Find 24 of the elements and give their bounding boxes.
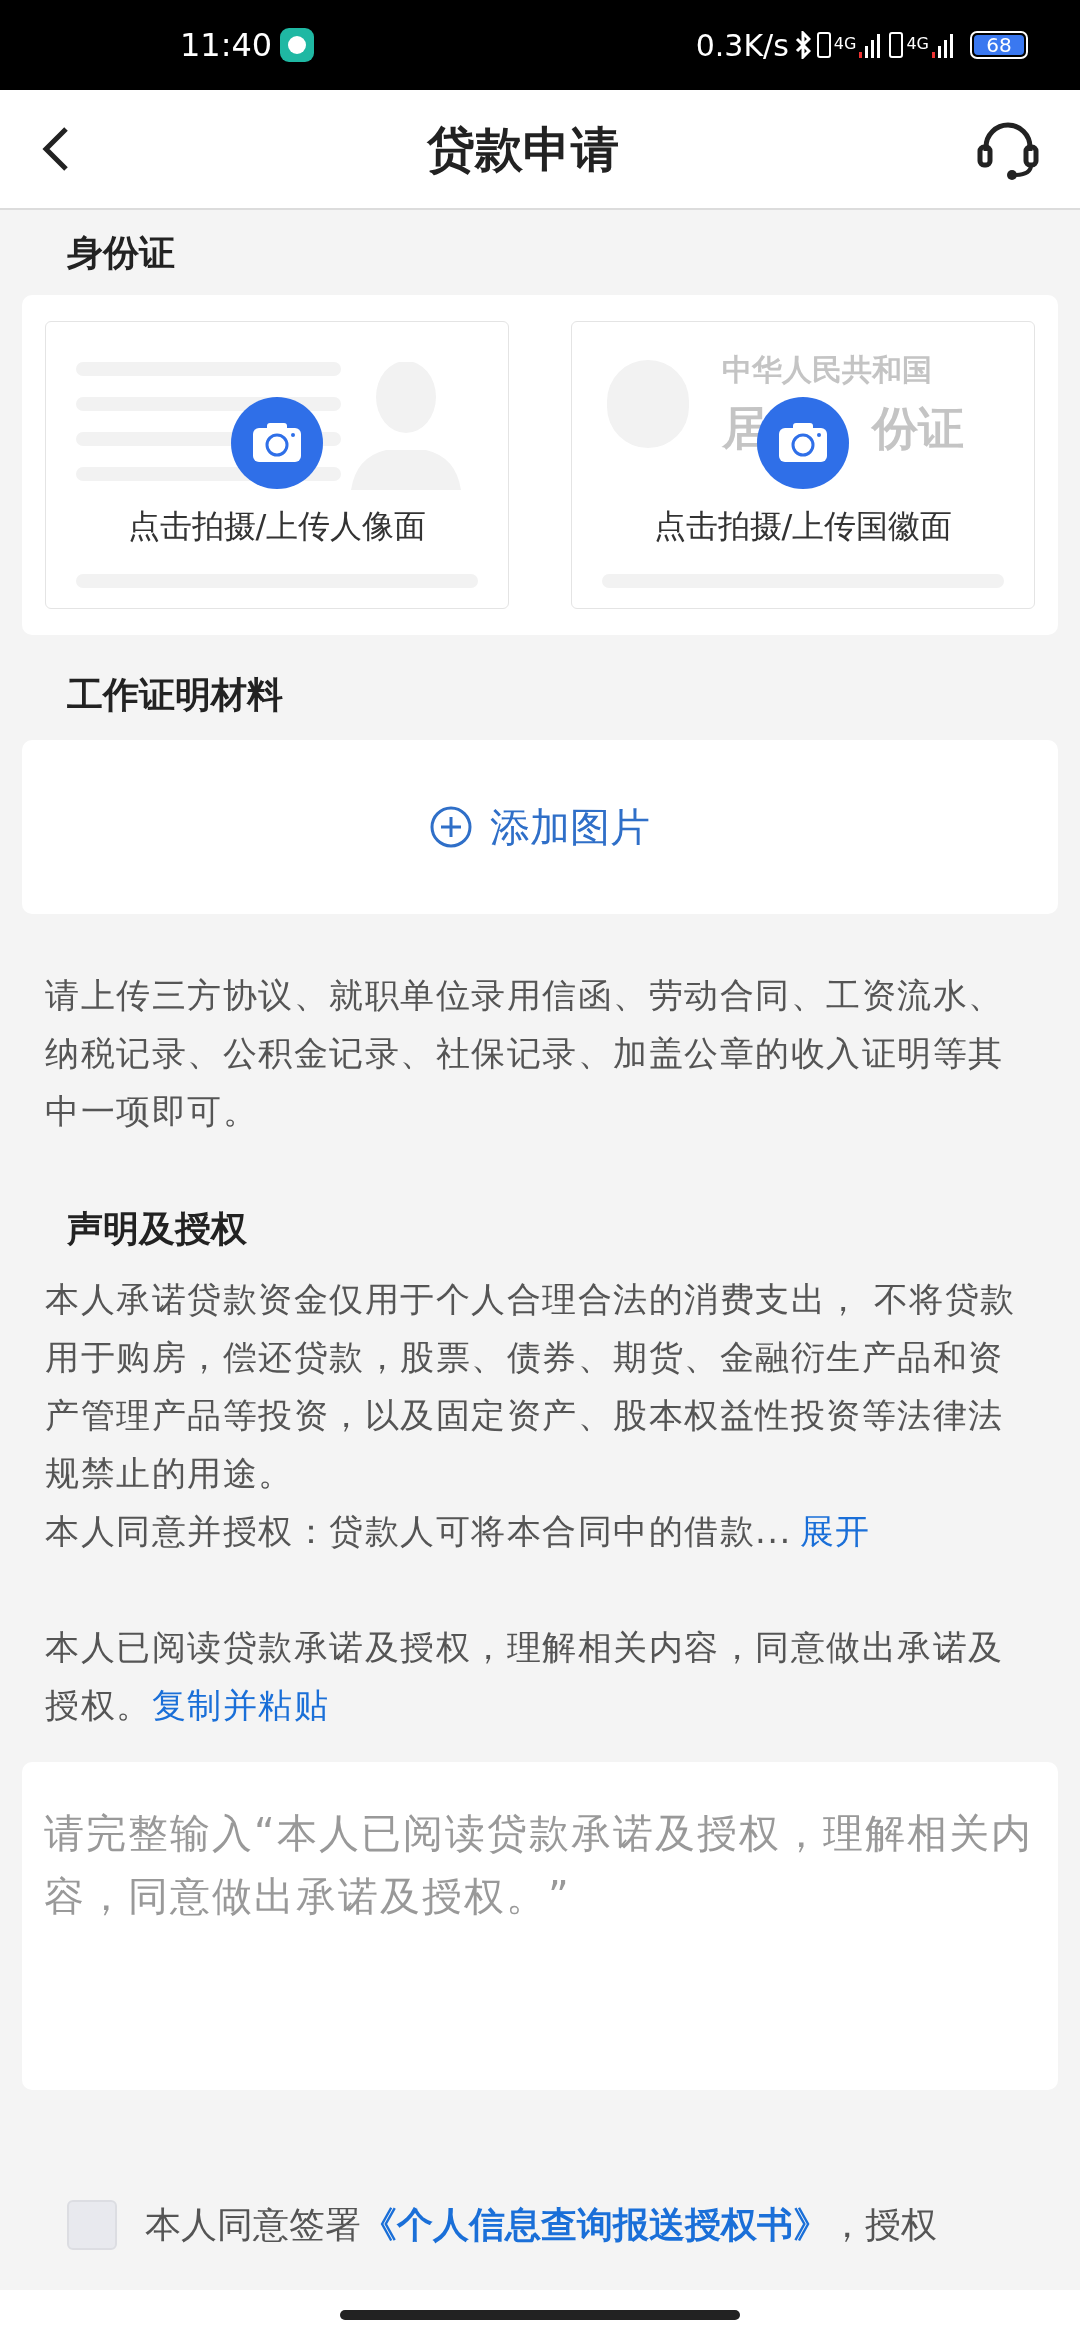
expand-link[interactable]: 展开	[799, 1502, 871, 1560]
section-title: 声明及授权	[67, 1207, 247, 1251]
status-time: 11:40	[180, 25, 273, 66]
authorization-text: 本人同意并授权：贷款人可将本合同中的借款...	[45, 1510, 792, 1553]
upload-label: 点击拍摄/上传人像面	[127, 506, 427, 547]
upload-label: 点击拍摄/上传国徽面	[653, 506, 953, 547]
id-card-upload[interactable]: 点击拍摄/上传人像面	[45, 321, 509, 609]
authorization-document-link[interactable]: 《个人信息查询报送授权书》	[361, 2204, 829, 2245]
declaration-text: 本人承诺贷款资金仅用于个人合理合法的消费支出， 不将贷款用于购房，偿还贷款，股票、债券、期货、金融衍生产品和资产管理产品等投资，以及固定资产、股本权益性投资等法律法规禁止的用途。	[45, 1278, 1017, 1495]
section-title: 工作证明材料	[67, 673, 283, 717]
upload-hint: 请上传三方协议、就职单位录用信函、劳动合同、工资流水、纳税记录、公积金记录、社保记录、加盖公章的收入证明等其中一项即可。	[44, 974, 1005, 1133]
statement-text: 本人已阅读贷款承诺及授权，理解相关内容，同意做出承诺及授权。复制并粘贴	[45, 1626, 1005, 1727]
battery-level: 68	[974, 35, 1024, 55]
copy-paste-link[interactable]: 复制并粘贴	[151, 1685, 329, 1725]
page-title: 贷款申请	[427, 120, 619, 179]
add-image-button[interactable]: 添加图片	[430, 797, 650, 857]
section-title: 身份证	[67, 230, 175, 275]
statement-input[interactable]: 请完整输入“本人已阅读贷款承诺及授权，理解相关内容，同意做出承诺及授权。”	[22, 1762, 1058, 2090]
network-type: 4G	[833, 33, 857, 55]
network-speed: 0.3K/s	[695, 26, 789, 65]
watermark-text: 份证	[872, 402, 964, 454]
network-type: 4G	[906, 33, 929, 55]
watermark-text: 中华人民共和国	[722, 352, 932, 388]
consent-text: 本人同意签署《个人信息查询报送授权书》，授权	[145, 2203, 937, 2247]
